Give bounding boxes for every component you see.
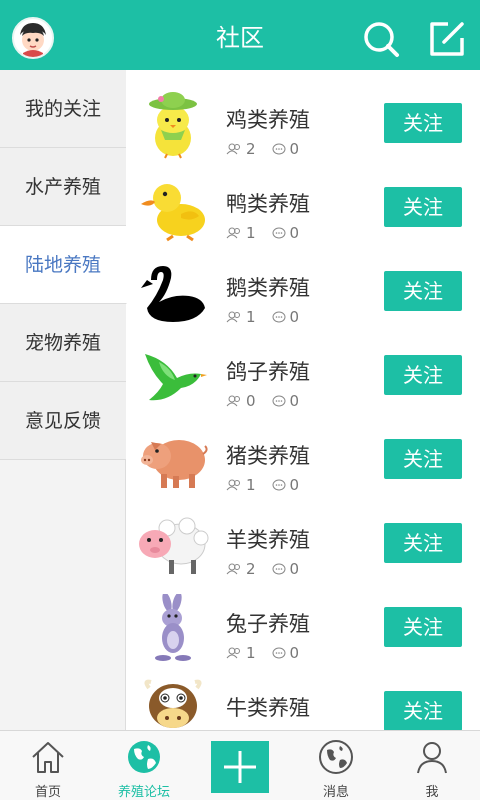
forum-name: 鹅类养殖 xyxy=(226,276,310,300)
nav-home[interactable]: 首页 xyxy=(0,731,96,800)
post-count: 0 xyxy=(289,140,300,158)
member-count: 2 xyxy=(246,560,256,578)
forum-stats: 1 0 xyxy=(226,476,315,494)
forum-stats: 1 0 xyxy=(226,308,315,326)
nav-label: 消息 xyxy=(322,785,349,800)
swan-icon xyxy=(137,258,209,328)
follow-button[interactable]: 关注 xyxy=(384,523,462,563)
list-item[interactable]: 鸽子养殖 0 0 关注 xyxy=(127,334,480,418)
page-title: 社区 xyxy=(216,24,264,52)
comment-icon xyxy=(272,143,286,155)
plus-icon xyxy=(224,751,256,783)
member-count: 1 xyxy=(246,476,256,494)
comment-icon xyxy=(272,647,286,659)
member-count: 2 xyxy=(246,140,256,158)
member-count: 1 xyxy=(246,224,256,242)
list-item[interactable]: 鸭类养殖 1 0 关注 xyxy=(127,166,480,250)
chick-icon xyxy=(137,90,209,160)
member-count: 1 xyxy=(246,644,256,662)
sidebar-item-pet-farming[interactable]: 宠物养殖 xyxy=(0,304,126,382)
comment-icon xyxy=(272,563,286,575)
sidebar-item-aquaculture[interactable]: 水产养殖 xyxy=(0,148,126,226)
nav-label: 我 xyxy=(425,785,439,800)
rabbit-icon xyxy=(137,592,209,664)
list-item[interactable]: 兔子养殖 1 0 关注 xyxy=(127,586,480,670)
follow-button[interactable]: 关注 xyxy=(384,103,462,143)
sidebar-item-my-follows[interactable]: 我的关注 xyxy=(0,70,126,148)
members-icon xyxy=(226,227,240,239)
follow-button[interactable]: 关注 xyxy=(384,607,462,647)
list-item[interactable]: 鹅类养殖 1 0 关注 xyxy=(127,250,480,334)
comment-icon xyxy=(272,479,286,491)
forum-name: 鸭类养殖 xyxy=(226,192,310,216)
post-count: 0 xyxy=(289,644,300,662)
user-icon xyxy=(417,742,447,774)
members-icon xyxy=(226,563,240,575)
comment-icon xyxy=(272,395,286,407)
forum-name: 猪类养殖 xyxy=(226,444,310,468)
pig-icon xyxy=(137,426,209,496)
post-count: 0 xyxy=(289,392,300,410)
dove-icon xyxy=(137,342,209,412)
post-count: 0 xyxy=(289,476,300,494)
members-icon xyxy=(226,143,240,155)
members-icon xyxy=(226,311,240,323)
nav-label: 首页 xyxy=(34,785,61,800)
list-item[interactable]: 猪类养殖 1 0 关注 xyxy=(127,418,480,502)
post-count: 0 xyxy=(289,308,300,326)
forum-stats: 1 0 xyxy=(226,644,315,662)
search-icon[interactable] xyxy=(362,20,400,58)
nav-label: 养殖论坛 xyxy=(117,785,170,800)
bottom-nav: 首页 养殖论坛 消息 我 xyxy=(0,730,480,800)
sheep-icon xyxy=(137,510,209,580)
follow-button[interactable]: 关注 xyxy=(384,691,462,730)
member-count: 0 xyxy=(246,392,256,410)
forum-list: 鸡类养殖 2 0 关注 鸭类养殖 1 0 关注 鹅类养殖 1 0 关注 鸽子养殖… xyxy=(127,70,480,730)
members-icon xyxy=(226,395,240,407)
forum-stats: 2 0 xyxy=(226,560,315,578)
follow-button[interactable]: 关注 xyxy=(384,271,462,311)
globe-icon xyxy=(128,741,160,773)
forum-name: 羊类养殖 xyxy=(226,528,310,552)
sidebar-item-land-farming[interactable]: 陆地养殖 xyxy=(0,226,127,304)
app-root: 社区 我的关注 水产养殖 陆地养殖 宠物养殖 意见反馈 鸡类养殖 2 0 关注 … xyxy=(0,0,480,800)
nav-me[interactable]: 我 xyxy=(384,731,480,800)
follow-button[interactable]: 关注 xyxy=(384,355,462,395)
forum-name: 鸡类养殖 xyxy=(226,108,310,132)
members-icon xyxy=(226,647,240,659)
top-bar: 社区 xyxy=(0,0,480,70)
sidebar-item-feedback[interactable]: 意见反馈 xyxy=(0,382,126,460)
follow-button[interactable]: 关注 xyxy=(384,187,462,227)
home-icon xyxy=(32,742,64,773)
follow-button[interactable]: 关注 xyxy=(384,439,462,479)
post-count: 0 xyxy=(289,224,300,242)
forum-stats: 1 0 xyxy=(226,224,315,242)
post-count: 0 xyxy=(289,560,300,578)
forum-name: 牛类养殖 xyxy=(226,696,310,720)
nav-messages[interactable]: 消息 xyxy=(288,731,384,800)
globe-outline-icon xyxy=(319,740,353,774)
list-item[interactable]: 牛类养殖 2 0 关注 xyxy=(127,670,480,730)
add-post-button[interactable] xyxy=(211,741,269,793)
duck-icon xyxy=(137,174,209,244)
list-item[interactable]: 羊类养殖 2 0 关注 xyxy=(127,502,480,586)
cow-icon xyxy=(137,678,209,730)
forum-stats: 0 0 xyxy=(226,392,315,410)
member-count: 1 xyxy=(246,308,256,326)
members-icon xyxy=(226,479,240,491)
forum-name: 鸽子养殖 xyxy=(226,360,310,384)
nav-forum[interactable]: 养殖论坛 xyxy=(96,731,192,800)
comment-icon xyxy=(272,227,286,239)
comment-icon xyxy=(272,311,286,323)
forum-name: 兔子养殖 xyxy=(226,612,310,636)
forum-stats: 2 0 xyxy=(226,140,315,158)
edit-icon[interactable] xyxy=(428,20,466,58)
list-item[interactable]: 鸡类养殖 2 0 关注 xyxy=(127,82,480,166)
category-sidebar: 我的关注 水产养殖 陆地养殖 宠物养殖 意见反馈 xyxy=(0,70,127,730)
